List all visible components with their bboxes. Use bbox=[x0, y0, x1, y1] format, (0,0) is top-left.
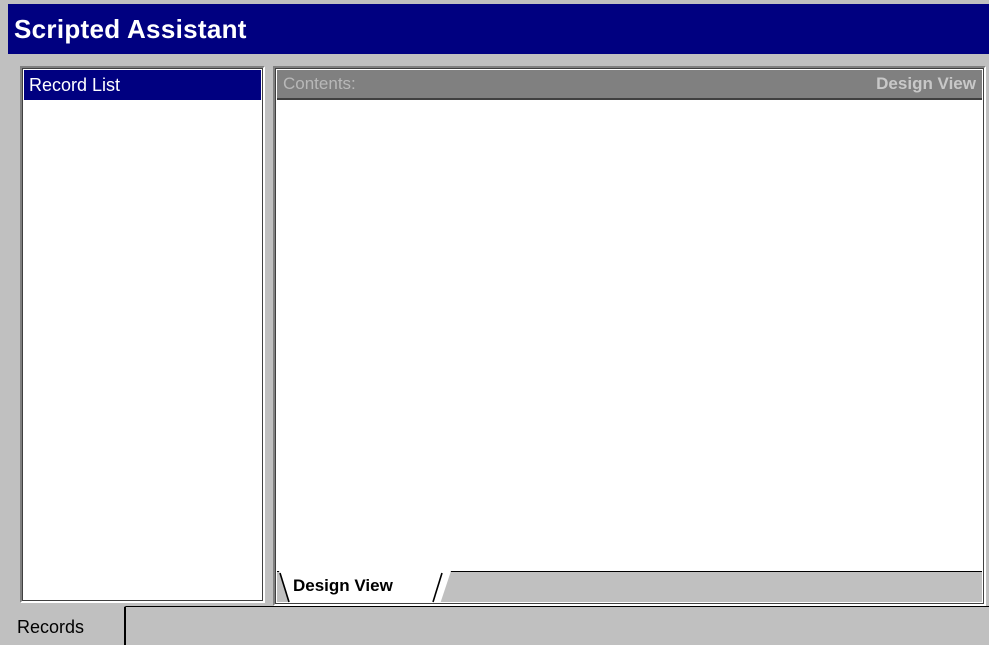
contents-panel: Contents: Design View Design View bbox=[273, 66, 986, 606]
design-view-canvas[interactable] bbox=[277, 102, 982, 570]
contents-label: Contents: bbox=[283, 74, 356, 93]
contents-header: Contents: Design View bbox=[277, 70, 982, 100]
tab-right-edge bbox=[432, 572, 443, 603]
current-view-label: Design View bbox=[876, 74, 976, 93]
tab-records-label: Records bbox=[17, 617, 85, 637]
window-title: Scripted Assistant bbox=[14, 14, 247, 44]
view-tab-strip: Design View bbox=[277, 571, 982, 603]
record-list-header: Record List bbox=[24, 70, 261, 100]
record-list-panel[interactable]: Record List bbox=[20, 66, 265, 603]
bottom-tab-bar: Records bbox=[8, 606, 989, 645]
record-list-title: Record List bbox=[29, 75, 121, 95]
window-title-bar: Scripted Assistant bbox=[8, 4, 989, 54]
tab-records[interactable]: Records bbox=[8, 606, 126, 645]
tab-left-edge bbox=[279, 572, 290, 603]
